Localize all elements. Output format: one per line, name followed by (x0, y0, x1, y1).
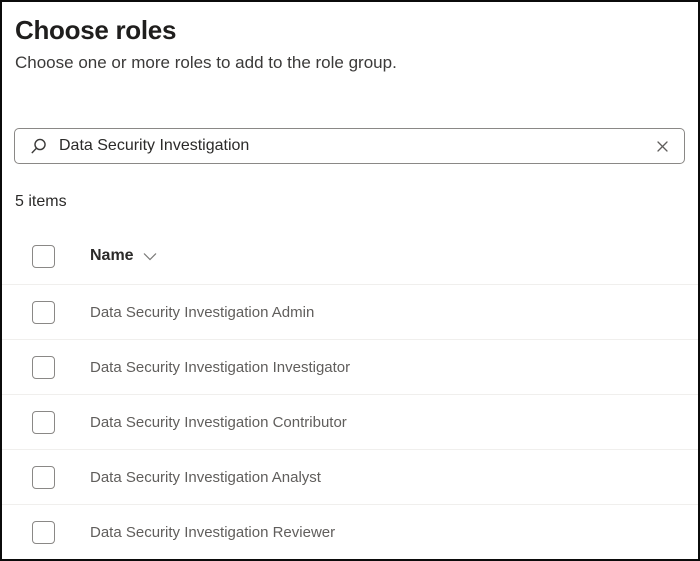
role-name: Data Security Investigation Admin (90, 303, 315, 321)
search-box[interactable] (14, 128, 685, 164)
row-checkbox[interactable] (32, 521, 55, 544)
table-row[interactable]: Data Security Investigation Admin (2, 285, 698, 340)
clear-search-button[interactable] (653, 137, 672, 156)
row-checkbox[interactable] (32, 300, 55, 324)
search-input[interactable] (59, 137, 642, 155)
row-checkbox[interactable] (32, 355, 55, 379)
role-name: Data Security Investigation Investigator (90, 358, 351, 376)
table-body: Data Security Investigation Admin Data S… (2, 285, 698, 559)
role-name: Data Security Investigation Analyst (90, 468, 321, 486)
page-title: Choose roles (15, 15, 177, 45)
items-count: 5 items (15, 193, 67, 210)
role-name: Data Security Investigation Reviewer (90, 524, 336, 541)
chevron-down-icon[interactable] (143, 252, 157, 261)
row-checkbox[interactable] (32, 410, 55, 434)
table-row[interactable]: Data Security Investigation Reviewer (2, 505, 698, 559)
table-header: Name (2, 228, 698, 285)
search-icon (29, 137, 48, 156)
table-row[interactable]: Data Security Investigation Analyst (2, 450, 698, 505)
role-name: Data Security Investigation Contributor (90, 413, 347, 431)
clear-x-icon (655, 139, 670, 154)
row-checkbox[interactable] (32, 465, 55, 489)
name-column-label: Name (90, 247, 134, 264)
name-column-header[interactable]: Name (90, 247, 157, 265)
select-all-checkbox[interactable] (32, 244, 55, 268)
roles-table: Name Data Security Investigation Admin D… (2, 228, 698, 559)
table-row[interactable]: Data Security Investigation Contributor (2, 395, 698, 450)
page-subtitle: Choose one or more roles to add to the r… (15, 53, 397, 72)
table-row[interactable]: Data Security Investigation Investigator (2, 340, 698, 395)
choose-roles-panel: Choose roles Choose one or more roles to… (0, 0, 700, 561)
